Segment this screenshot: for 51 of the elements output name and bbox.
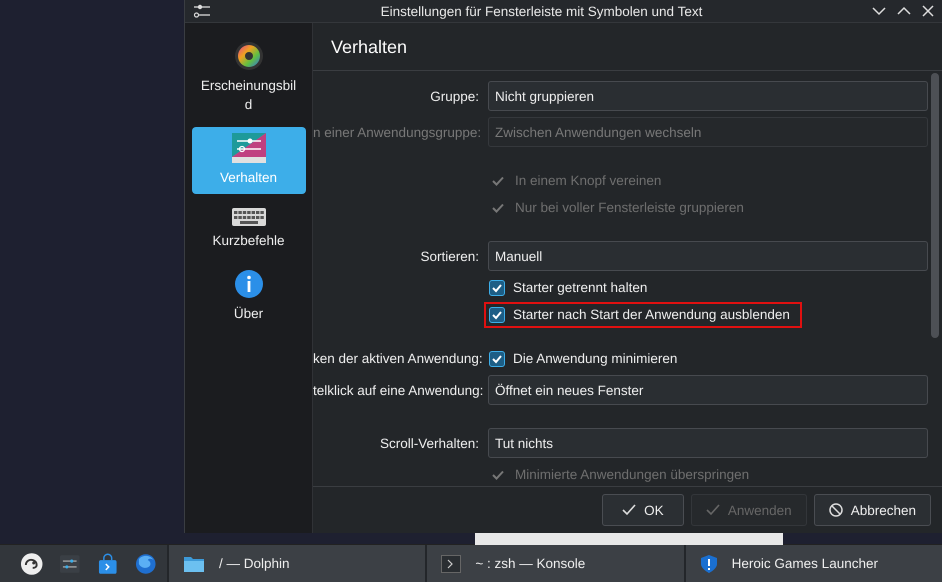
checkbox-label: Die Anwendung minimieren — [513, 351, 678, 366]
color-wheel-icon — [234, 41, 264, 71]
dropdown: Zwischen Anwendungen wechseln — [488, 117, 928, 147]
checkmark-icon — [622, 504, 636, 516]
terminal-icon — [441, 554, 462, 572]
close-icon[interactable] — [922, 5, 934, 17]
field-label: Scroll-Verhalten: — [380, 436, 479, 450]
window-title: Einstellungen für Fensterleiste mit Symbolen und Text — [380, 4, 704, 18]
sidebar-item[interactable]: Kurzbefehle — [192, 200, 306, 257]
dropdown[interactable]: Nicht gruppieren — [488, 81, 928, 111]
checkbox[interactable] — [489, 306, 505, 322]
checkbox-label: Minimierte Anwendungen überspringen — [515, 467, 750, 482]
shopping-bag-icon[interactable] — [96, 552, 118, 574]
field-label: n einer Anwendungsgruppe: — [313, 124, 482, 140]
browser-icon[interactable] — [134, 552, 156, 574]
shield-icon — [700, 554, 718, 574]
taskbar-task[interactable]: ~ : zsh — Konsole — [425, 545, 684, 582]
field-label: Sortieren: — [420, 248, 479, 264]
keyboard-icon — [232, 206, 266, 226]
checkmark-icon — [491, 352, 503, 364]
checkbox[interactable] — [489, 280, 505, 296]
sliders-icon[interactable] — [59, 552, 81, 574]
chameleon-logo-icon[interactable] — [20, 552, 44, 576]
sidebar-item[interactable]: Über — [192, 262, 306, 330]
field-label: Gruppe: — [430, 88, 479, 104]
checkbox-label: Nur bei voller Fensterleiste gruppieren — [515, 200, 744, 215]
checkbox-label: Starter getrennt halten — [513, 280, 648, 295]
field-label: telklick auf eine Anwendung: — [313, 382, 484, 398]
checkbox[interactable] — [489, 350, 505, 366]
field-label: ken der aktiven Anwendung: — [313, 351, 483, 366]
dropdown[interactable]: Tut nichts — [488, 428, 928, 458]
ok-button[interactable]: OK — [602, 494, 684, 526]
sliders-icon — [193, 3, 211, 19]
info-icon — [234, 268, 264, 299]
cancel-button[interactable]: Abbrechen — [814, 494, 931, 526]
checkmark-icon — [706, 504, 720, 516]
sidebar-item[interactable]: Erscheinungsbild — [192, 35, 306, 121]
dropdown[interactable]: Manuell — [488, 241, 928, 271]
panel-settings-icon — [232, 132, 266, 163]
checkmark-icon — [491, 308, 503, 320]
checkbox-label: Starter nach Start der Anwendung ausblenden — [513, 307, 790, 322]
taskbar-task[interactable]: / — Dolphin — [167, 545, 426, 582]
folder-icon — [183, 554, 205, 572]
page-title: Verhalten — [313, 23, 942, 71]
minimize-icon[interactable] — [872, 6, 886, 16]
taskbar-task[interactable]: Heroic Games Launcher — [684, 545, 942, 582]
checkmark-icon — [491, 282, 503, 294]
maximize-icon[interactable] — [897, 6, 911, 16]
cancel-icon — [828, 503, 843, 517]
checkbox-label: In einem Knopf vereinen — [515, 173, 662, 188]
dropdown[interactable]: Öffnet ein neues Fenster — [488, 375, 928, 405]
